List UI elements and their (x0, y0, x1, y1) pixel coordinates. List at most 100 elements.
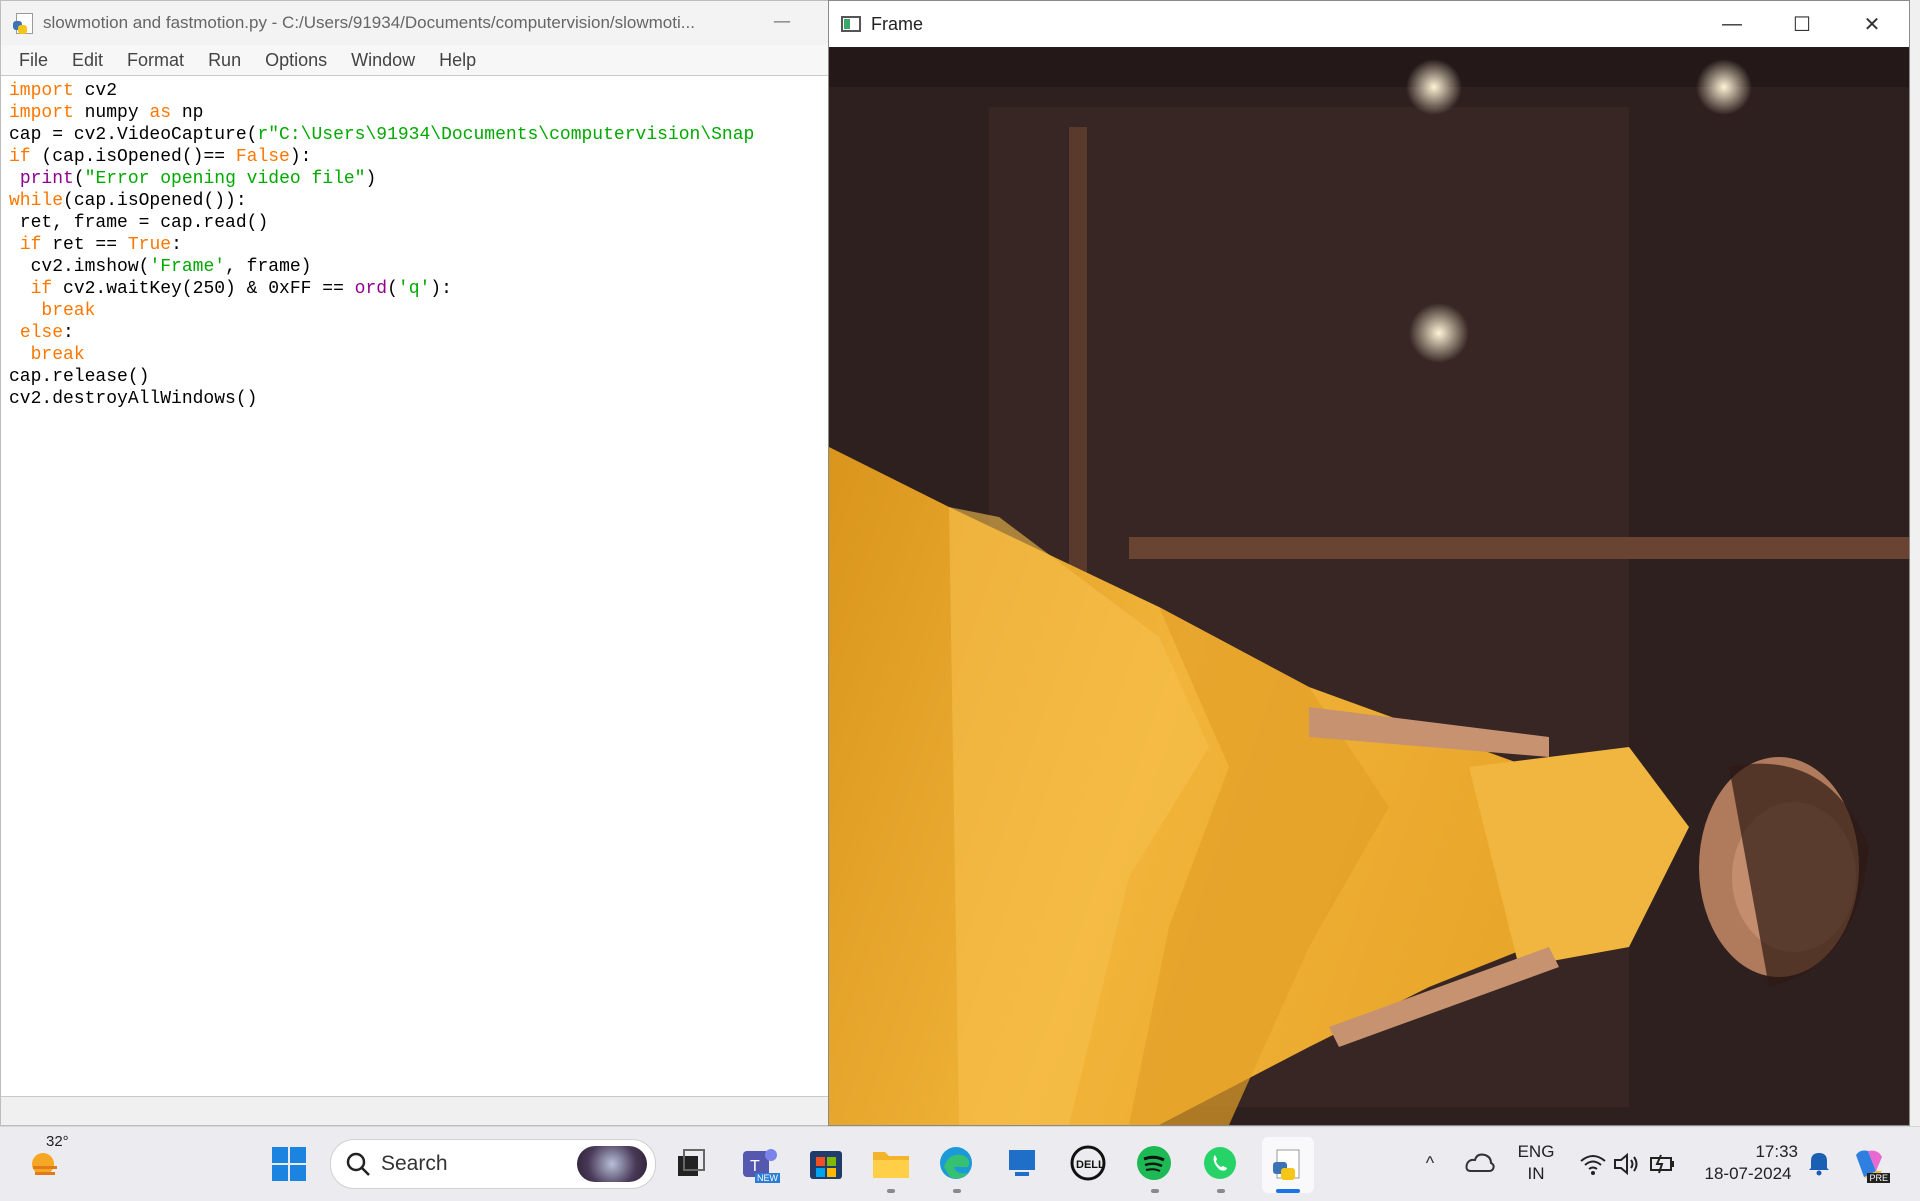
volume-icon[interactable] (1612, 1149, 1642, 1179)
code-token: False (235, 147, 290, 167)
battery-charging-icon[interactable] (1648, 1149, 1678, 1179)
menu-edit[interactable]: Edit (66, 50, 109, 71)
idle-minimize-button[interactable]: — (773, 11, 791, 32)
chevron-up-icon[interactable]: ^ (1418, 1151, 1442, 1175)
search-icon (346, 1152, 370, 1176)
start-button[interactable] (270, 1145, 308, 1183)
code-token: ): (430, 279, 452, 299)
task-view-icon[interactable] (673, 1145, 709, 1181)
clock-time: 17:33 (1755, 1142, 1798, 1161)
code-token: ( (73, 169, 85, 189)
code-token: cv2.imshow( (9, 257, 150, 277)
spotify-icon[interactable] (1134, 1143, 1174, 1183)
blue-app-icon[interactable] (1002, 1143, 1042, 1183)
code-token: cap = cv2.VideoCapture( (9, 125, 258, 145)
windows-start-icon (272, 1147, 306, 1181)
code-line[interactable]: break (9, 300, 829, 322)
code-token: 'q' (397, 279, 431, 299)
taskbar-search-box[interactable]: Search (330, 1139, 656, 1189)
idle-status-bar (1, 1096, 829, 1125)
weather-temperature: 32° (46, 1133, 69, 1150)
copilot-icon[interactable]: PRE (1848, 1143, 1890, 1185)
file-explorer-icon[interactable] (870, 1143, 912, 1183)
language-indicator[interactable]: ENG IN (1516, 1141, 1556, 1185)
code-line[interactable]: if ret == True: (9, 234, 829, 256)
code-token: cv2.destroyAllWindows() (9, 389, 258, 409)
menu-file[interactable]: File (13, 50, 54, 71)
python-file-icon (13, 12, 35, 34)
running-indicator (1217, 1189, 1225, 1193)
code-token: : (63, 323, 74, 343)
code-token: : (171, 235, 182, 255)
menu-options[interactable]: Options (259, 50, 333, 71)
code-line[interactable]: import cv2 (9, 80, 829, 102)
code-line[interactable]: else: (9, 322, 829, 344)
menu-run[interactable]: Run (202, 50, 247, 71)
code-token: import (9, 103, 74, 123)
frame-maximize-button[interactable]: ☐ (1767, 1, 1837, 47)
maximize-icon: ☐ (1793, 13, 1811, 36)
code-line[interactable]: cap.release() (9, 366, 829, 388)
video-frame-illustration (829, 47, 1909, 1125)
frame-window-title: Frame (871, 13, 924, 34)
code-token: else (19, 323, 64, 343)
code-line[interactable]: print("Error opening video file") (9, 168, 829, 190)
onedrive-cloud-icon[interactable] (1464, 1147, 1496, 1177)
running-indicator (887, 1189, 895, 1193)
frame-minimize-button[interactable]: — (1697, 1, 1767, 47)
idle-menubar: File Edit Format Run Options Window Help (1, 45, 829, 76)
language-code: ENG (1517, 1142, 1555, 1161)
code-line[interactable]: cap = cv2.VideoCapture(r"C:\Users\91934\… (9, 124, 829, 146)
microsoft-store-icon[interactable] (806, 1143, 846, 1183)
notification-bell-icon[interactable] (1805, 1149, 1833, 1177)
menu-help[interactable]: Help (433, 50, 482, 71)
code-token: "Error opening video file" (84, 169, 366, 189)
code-token: print (19, 169, 74, 189)
window-app-icon (841, 16, 861, 32)
idle-window-title: slowmotion and fastmotion.py - C:/Users/… (43, 13, 695, 32)
code-token: ret, frame = cap.read() (9, 213, 269, 233)
code-token: while (9, 191, 64, 211)
edge-browser-icon[interactable] (936, 1143, 976, 1183)
code-line[interactable]: cv2.imshow('Frame', frame) (9, 256, 829, 278)
code-line[interactable]: import numpy as np (9, 102, 829, 124)
code-line[interactable]: break (9, 344, 829, 366)
active-indicator (1276, 1189, 1300, 1193)
code-token: r"C:\Users\91934\Documents\computervisio… (257, 125, 755, 145)
idle-titlebar[interactable]: slowmotion and fastmotion.py - C:/Users/… (1, 1, 829, 45)
code-token: (cap.isOpened()): (63, 191, 247, 211)
code-line[interactable]: ret, frame = cap.read() (9, 212, 829, 234)
menu-window[interactable]: Window (345, 50, 421, 71)
menu-format[interactable]: Format (121, 50, 190, 71)
dell-icon[interactable]: DELL (1068, 1143, 1108, 1183)
minimize-icon: — (1722, 12, 1742, 35)
code-token: as (149, 103, 172, 123)
copilot-pre-badge: PRE (1867, 1173, 1890, 1183)
code-line[interactable]: if (cap.isOpened()== False): (9, 146, 829, 168)
code-token: np (171, 103, 204, 123)
idle-editor-window: slowmotion and fastmotion.py - C:/Users/… (0, 0, 830, 1126)
frame-close-button[interactable]: ✕ (1837, 1, 1907, 47)
python-idle-taskbar-icon[interactable] (1262, 1137, 1314, 1193)
code-token: ): (289, 147, 312, 167)
code-editor[interactable]: import cv2 import numpy as np cap = cv2.Vi… (1, 76, 829, 1080)
code-token: cv2.waitKey(250) & 0xFF == (52, 279, 355, 299)
search-label: Search (381, 1152, 448, 1175)
code-token: numpy (73, 103, 150, 123)
wifi-icon[interactable] (1578, 1149, 1608, 1179)
code-line[interactable]: cv2.destroyAllWindows() (9, 388, 829, 410)
teams-icon[interactable]: T NEW (738, 1141, 780, 1185)
taskbar: 32° Search T NEW DELL ^ ENG IN 17:33 18-… (0, 1126, 1920, 1201)
whatsapp-icon[interactable] (1200, 1143, 1240, 1183)
clock[interactable]: 17:33 18-07-2024 (1698, 1141, 1798, 1185)
code-line[interactable]: while(cap.isOpened()): (9, 190, 829, 212)
video-frame-image (829, 47, 1909, 1125)
code-line[interactable]: if cv2.waitKey(250) & 0xFF == ord('q'): (9, 278, 829, 300)
frame-titlebar[interactable]: Frame — ☐ ✕ (829, 1, 1909, 47)
code-token: if (30, 279, 53, 299)
opencv-frame-window: Frame — ☐ ✕ (828, 0, 1910, 1126)
